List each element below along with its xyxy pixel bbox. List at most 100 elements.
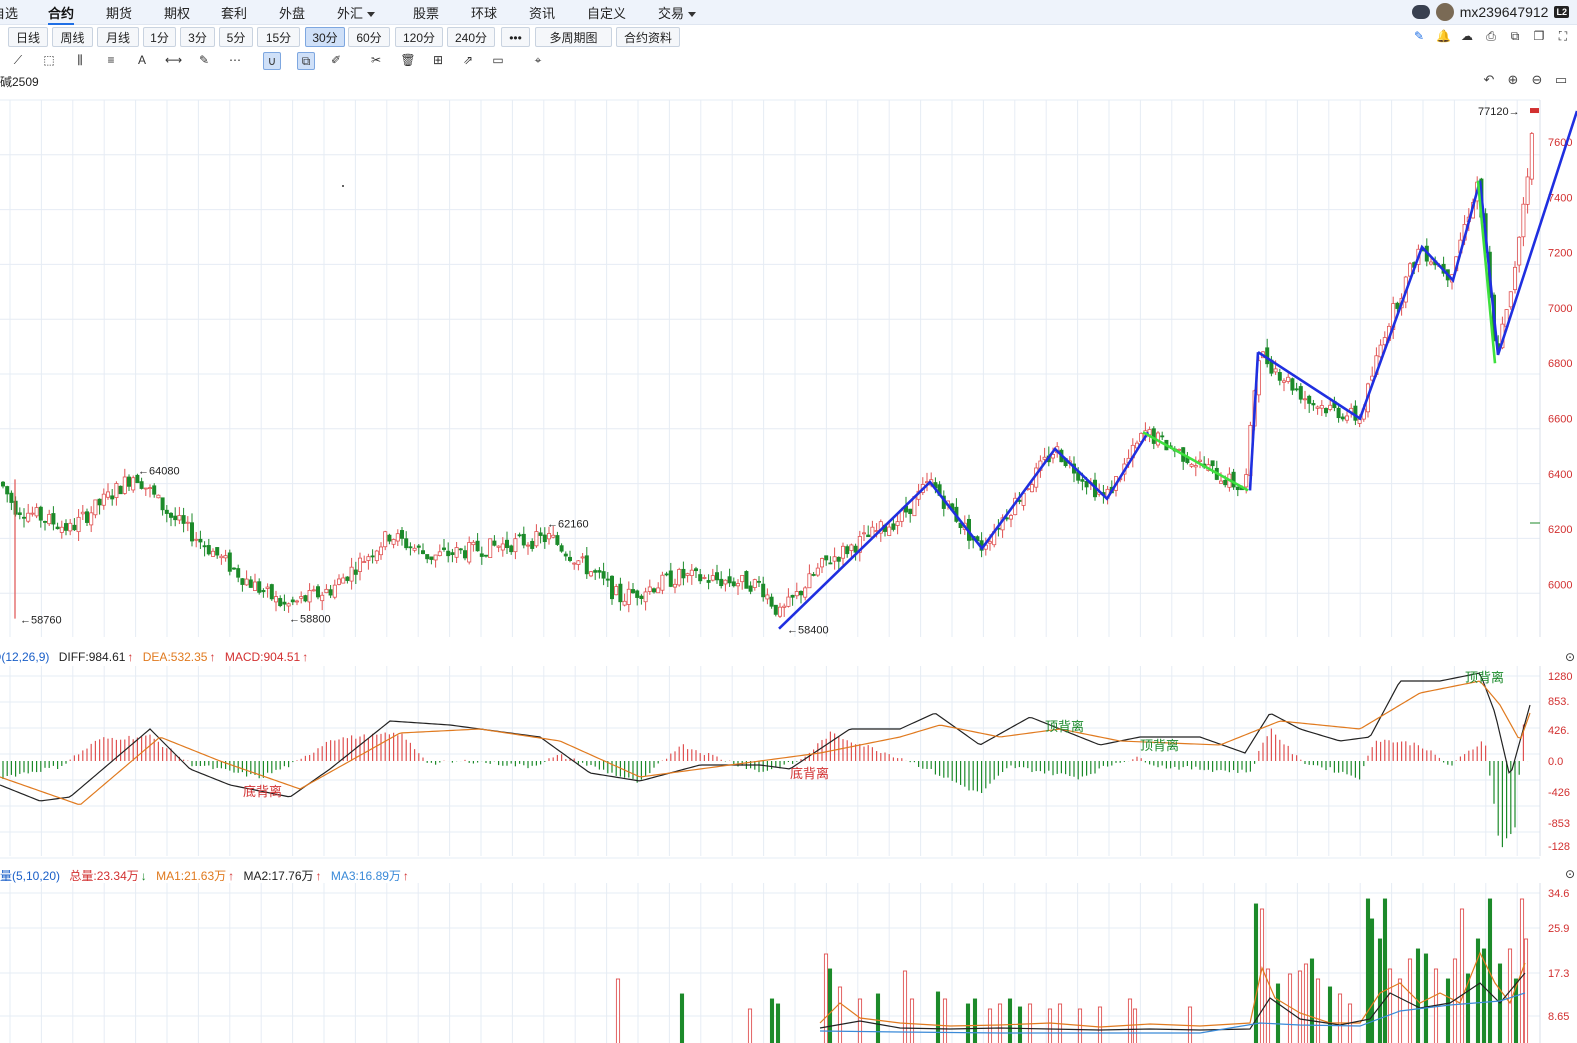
layers-icon[interactable]: ❐ <box>1532 29 1546 43</box>
more-dots-icon[interactable]: ⋯ <box>227 52 243 68</box>
robot-icon[interactable] <box>1411 5 1430 19</box>
grid-icon[interactable]: ⊞ <box>430 52 446 68</box>
volume-legend: 成交量(5,10,20) 总量:23.34万↓ MA1:21.63万↑ MA2:… <box>0 867 415 884</box>
candle-body <box>551 534 556 538</box>
user-area[interactable]: mx239647912 L2 <box>1411 2 1569 22</box>
candle-body <box>1189 463 1194 467</box>
candle-body <box>828 562 833 565</box>
candle-body <box>660 574 665 591</box>
period-button-13[interactable]: 合约资料 <box>616 27 680 47</box>
y-tick-label: 34.6 <box>1548 888 1569 900</box>
candle-body <box>248 579 253 588</box>
candle-body <box>1340 416 1345 420</box>
candle-body <box>437 551 442 557</box>
period-button-10[interactable]: 240分 <box>447 27 495 47</box>
nav-item-4[interactable]: 套利 <box>221 3 247 22</box>
candle-body <box>601 571 606 579</box>
rect-tool-icon[interactable]: ⬚ <box>41 52 57 68</box>
nav-item-0[interactable]: 自选 <box>0 3 18 22</box>
candle-body <box>101 493 106 506</box>
period-button-2[interactable]: 月线 <box>97 27 139 47</box>
candle-body <box>257 581 262 593</box>
volume-bar <box>972 998 978 1043</box>
candle-body <box>114 483 119 499</box>
candle-body <box>366 556 371 561</box>
price-chart[interactable]: 760074007200700068006600640062006000←640… <box>0 95 1577 640</box>
fib-icon[interactable]: ≡ <box>103 52 119 68</box>
nav-item-3[interactable]: 期权 <box>164 3 190 22</box>
copy-icon[interactable]: ⧉ <box>297 52 315 70</box>
window-icon[interactable]: ⧉ <box>1508 29 1522 43</box>
candle-body <box>483 554 488 557</box>
nav-item-5[interactable]: 外盘 <box>279 3 305 22</box>
ray-tool-icon[interactable]: ⟋ <box>10 52 26 68</box>
period-button-5[interactable]: 5分 <box>219 27 253 47</box>
period-button-8[interactable]: 60分 <box>348 27 390 47</box>
candle-body <box>55 526 60 530</box>
candle-body <box>820 558 825 568</box>
trash-icon[interactable]: 🗑 <box>400 52 416 68</box>
candle-body <box>72 524 77 531</box>
pen-icon[interactable]: ✐ <box>328 52 344 68</box>
comment-icon[interactable]: ▭ <box>490 52 506 68</box>
volume-bar <box>1507 948 1513 1043</box>
nav-item-8[interactable]: 环球 <box>471 3 497 22</box>
bell-icon[interactable]: 🔔 <box>1436 29 1451 43</box>
cloud-icon[interactable]: ☁ <box>1460 29 1474 43</box>
nav-item-10[interactable]: 自定义 <box>587 3 626 22</box>
candle-body <box>731 581 736 587</box>
macd-settings-icon[interactable]: ⊙ <box>1565 650 1575 664</box>
export-icon[interactable]: ⇗ <box>460 52 476 68</box>
scissor-icon[interactable]: ✂ <box>368 52 384 68</box>
camera-icon[interactable]: ⎙ <box>1484 29 1498 43</box>
y-tick-label: 6600 <box>1548 414 1572 426</box>
brush-icon[interactable]: ✎ <box>196 52 212 68</box>
candle-body <box>147 487 152 490</box>
username[interactable]: mx239647912 <box>1460 4 1549 20</box>
nav-item-2[interactable]: 期货 <box>106 3 132 22</box>
nav-item-1[interactable]: 合约 <box>48 3 75 25</box>
price-annotation: ←58760 <box>20 615 62 627</box>
period-button-3[interactable]: 1分 <box>143 27 176 47</box>
y-tick-label: 0.0 <box>1548 756 1563 768</box>
candle-body <box>635 590 640 598</box>
magnet-icon[interactable]: ∪ <box>263 52 281 70</box>
undo-icon[interactable]: ↶ <box>1482 73 1496 87</box>
candle-body <box>668 570 673 587</box>
candle-body <box>1336 407 1341 419</box>
volume-settings-icon[interactable]: ⊙ <box>1565 867 1575 881</box>
fullscreen-icon[interactable]: ⛶ <box>1556 29 1570 43</box>
nav-item-9[interactable]: 资讯 <box>529 3 555 22</box>
period-button-6[interactable]: 15分 <box>257 27 300 47</box>
nav-item-6[interactable]: 外汇 <box>337 3 376 22</box>
period-button-0[interactable]: 日线 <box>8 27 48 47</box>
panel-icon[interactable]: ▭ <box>1554 73 1568 87</box>
measure-icon[interactable]: ⟷ <box>165 52 182 68</box>
nav-item-7[interactable]: 股票 <box>413 3 439 22</box>
volume-chart[interactable]: 34.6 25.9 17.3 8.65 <box>0 883 1577 1043</box>
period-button-4[interactable]: 3分 <box>180 27 215 47</box>
candle-body <box>736 583 741 587</box>
nav-item-11[interactable]: 交易 <box>658 3 697 22</box>
text-icon[interactable]: A <box>134 52 150 68</box>
period-button-1[interactable]: 周线 <box>52 27 93 47</box>
candle-body <box>500 543 505 551</box>
candle-body <box>110 495 115 500</box>
edit-icon[interactable]: ✎ <box>1412 29 1426 43</box>
zoom-in-icon[interactable]: ⊕ <box>1506 73 1520 87</box>
candle-body <box>177 515 182 521</box>
volume-bar <box>1365 898 1371 1043</box>
y-tick-label: 7000 <box>1548 303 1572 315</box>
candle-body <box>1151 428 1156 444</box>
candle-body <box>1042 456 1047 460</box>
period-button-9[interactable]: 120分 <box>395 27 443 47</box>
macd-chart[interactable]: 1280853.426.0.0-426-853-128底背离底背离顶背离顶背离顶… <box>0 666 1577 861</box>
candle-body <box>446 550 451 557</box>
period-button-7[interactable]: 30分 <box>305 27 345 47</box>
zoom-out-icon[interactable]: ⊖ <box>1530 73 1544 87</box>
avatar[interactable] <box>1435 3 1454 21</box>
period-button-12[interactable]: 多周期图 <box>535 27 612 47</box>
period-button-11[interactable]: ••• <box>501 27 530 47</box>
bar-pattern-icon[interactable]: ⫼ <box>72 52 88 68</box>
ruler-icon[interactable]: ⌖ <box>530 52 546 68</box>
